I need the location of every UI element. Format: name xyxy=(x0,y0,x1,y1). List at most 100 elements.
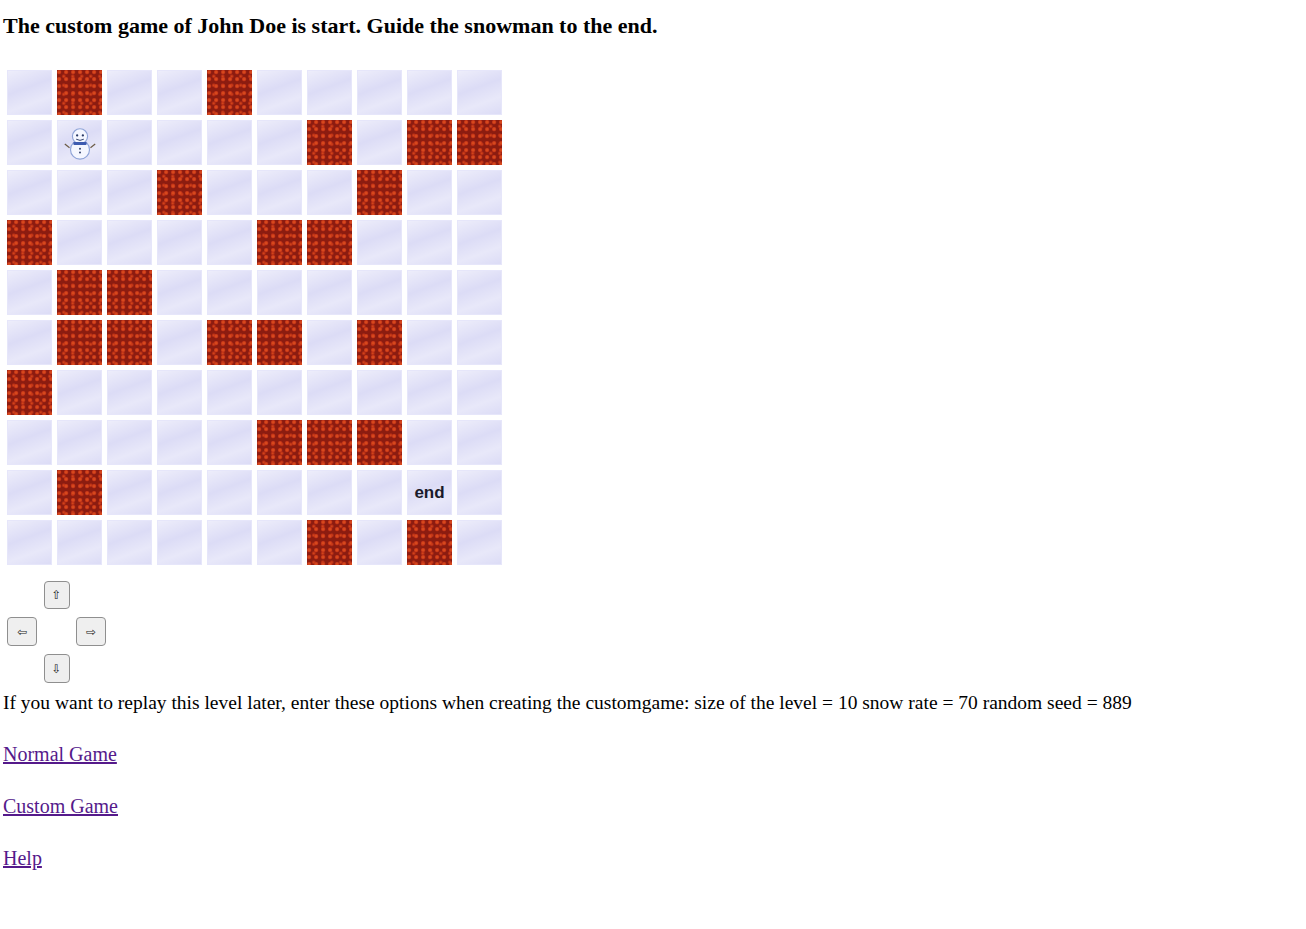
snow-tile xyxy=(57,170,102,215)
nav-link[interactable]: Custom Game xyxy=(3,795,118,817)
snow-tile xyxy=(107,370,152,415)
snow-tile xyxy=(257,120,302,165)
snow-tile xyxy=(257,370,302,415)
lava-tile xyxy=(407,120,452,165)
snow-tile xyxy=(407,370,452,415)
game-title: The custom game of John Doe is start. Gu… xyxy=(3,0,1303,39)
snow-tile xyxy=(207,470,252,515)
snow-tile xyxy=(257,520,302,565)
snow-tile xyxy=(157,270,202,315)
lava-tile xyxy=(207,70,252,115)
lava-tile xyxy=(57,320,102,365)
lava-tile xyxy=(7,370,52,415)
snow-tile xyxy=(457,470,502,515)
snow-tile xyxy=(407,420,452,465)
snow-tile xyxy=(457,170,502,215)
snow-tile xyxy=(57,520,102,565)
lava-tile xyxy=(57,470,102,515)
snow-tile xyxy=(257,170,302,215)
snow-tile xyxy=(257,270,302,315)
snow-tile xyxy=(207,170,252,215)
snow-tile xyxy=(107,420,152,465)
lava-tile xyxy=(357,170,402,215)
right-button[interactable]: ⇨ xyxy=(76,617,106,646)
page: The custom game of John Doe is start. Gu… xyxy=(0,0,1306,870)
snow-tile xyxy=(207,420,252,465)
snow-tile xyxy=(257,470,302,515)
snow-tile xyxy=(157,470,202,515)
lava-tile xyxy=(107,270,152,315)
snow-tile xyxy=(57,420,102,465)
lava-tile xyxy=(307,120,352,165)
lava-tile xyxy=(157,170,202,215)
snow-tile xyxy=(7,170,52,215)
snow-tile xyxy=(407,170,452,215)
nav-link[interactable]: Normal Game xyxy=(3,743,117,765)
snow-tile xyxy=(107,120,152,165)
snow-tile xyxy=(407,70,452,115)
snow-tile xyxy=(307,320,352,365)
snow-tile xyxy=(207,120,252,165)
snow-tile xyxy=(107,220,152,265)
snow-tile xyxy=(207,270,252,315)
snow-tile xyxy=(257,70,302,115)
snow-tile xyxy=(107,70,152,115)
snow-tile xyxy=(457,220,502,265)
snow-tile xyxy=(357,270,402,315)
snow-tile xyxy=(57,220,102,265)
lava-tile xyxy=(307,220,352,265)
snow-tile xyxy=(157,420,202,465)
lava-tile xyxy=(257,420,302,465)
snow-tile xyxy=(7,270,52,315)
lava-tile xyxy=(257,320,302,365)
lava-tile xyxy=(357,420,402,465)
lava-tile xyxy=(257,220,302,265)
snow-tile xyxy=(57,370,102,415)
snow-tile xyxy=(357,370,402,415)
snow-tile xyxy=(207,520,252,565)
lava-tile xyxy=(407,520,452,565)
snow-tile xyxy=(457,320,502,365)
lava-tile xyxy=(7,220,52,265)
snow-tile xyxy=(357,120,402,165)
snow-tile xyxy=(407,270,452,315)
lava-tile xyxy=(207,320,252,365)
snow-tile xyxy=(457,270,502,315)
nav-link-row: Help xyxy=(3,847,1303,870)
snow-tile xyxy=(157,120,202,165)
snow-tile xyxy=(207,370,252,415)
snow-tile xyxy=(357,70,402,115)
snow-tile xyxy=(107,470,152,515)
snow-tile xyxy=(307,170,352,215)
lava-tile xyxy=(57,270,102,315)
nav-link-row: Normal Game xyxy=(3,743,1303,766)
snow-tile xyxy=(407,320,452,365)
lava-tile xyxy=(307,520,352,565)
nav-link[interactable]: Help xyxy=(3,847,42,869)
snow-tile xyxy=(107,170,152,215)
snow-tile xyxy=(157,370,202,415)
snow-tile xyxy=(307,370,352,415)
snow-tile xyxy=(457,420,502,465)
snowman-icon xyxy=(61,124,99,162)
up-button[interactable]: ⇧ xyxy=(44,581,70,609)
arrow-controls: ⇧ ⇦ ⇨ ⇩ xyxy=(7,581,106,683)
snow-tile xyxy=(7,520,52,565)
snow-tile xyxy=(157,520,202,565)
left-button[interactable]: ⇦ xyxy=(7,617,37,646)
snow-tile xyxy=(457,520,502,565)
lava-tile xyxy=(57,70,102,115)
snow-tile xyxy=(7,320,52,365)
snow-tile xyxy=(457,70,502,115)
snow-tile xyxy=(307,70,352,115)
snow-tile xyxy=(157,220,202,265)
lava-tile xyxy=(307,420,352,465)
snow-tile xyxy=(457,370,502,415)
snow-tile xyxy=(357,220,402,265)
snow-tile xyxy=(207,220,252,265)
snow-tile xyxy=(307,470,352,515)
lava-tile xyxy=(457,120,502,165)
down-button[interactable]: ⇩ xyxy=(44,654,70,683)
snow-tile xyxy=(7,470,52,515)
snow-tile xyxy=(407,220,452,265)
